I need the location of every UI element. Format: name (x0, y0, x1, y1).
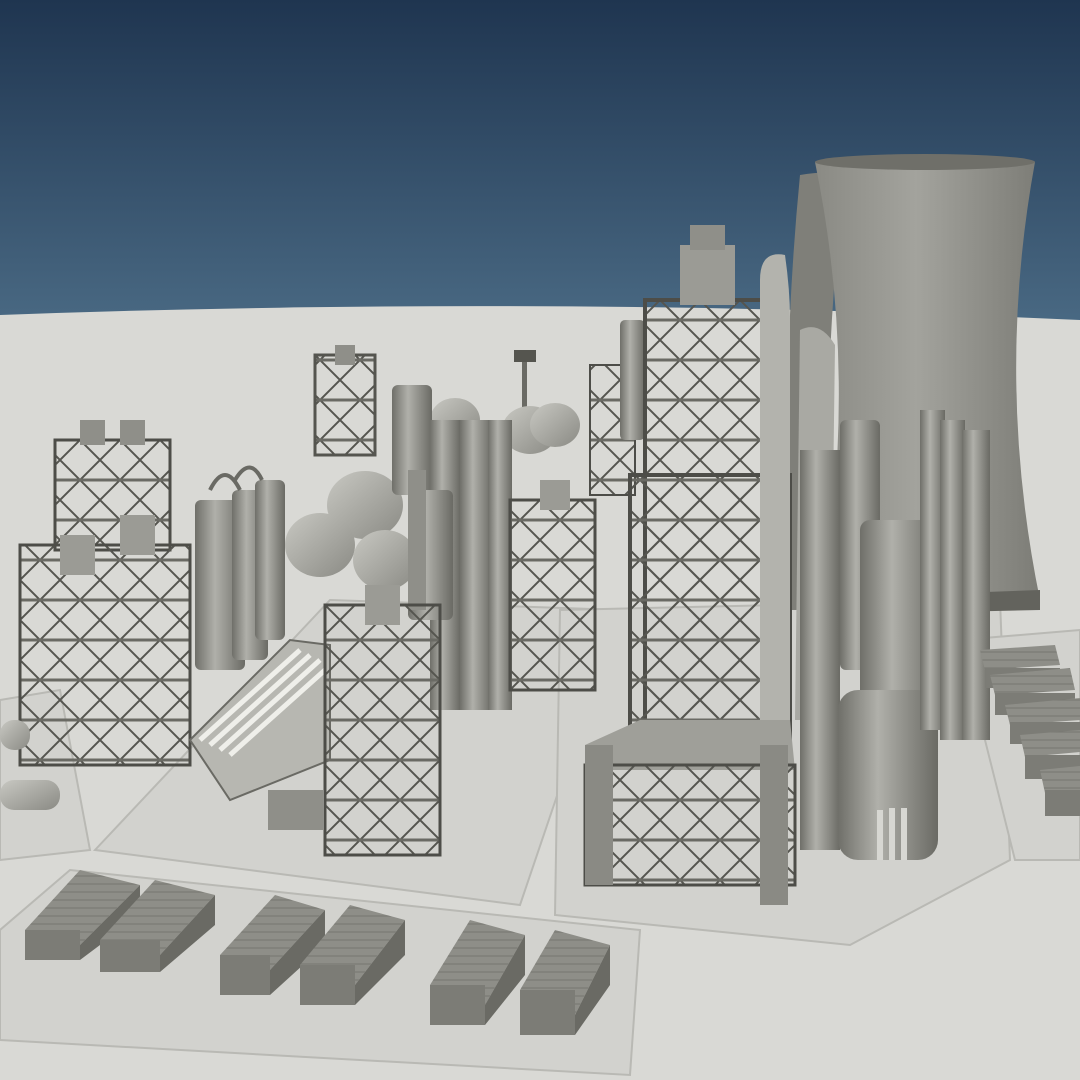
lattice-tower-center-right (508, 480, 597, 692)
lattice-tower-left (18, 515, 192, 767)
lattice-tower-back-left (313, 345, 377, 457)
lattice-tower-center (323, 585, 442, 857)
industrial-plant-render (0, 0, 1080, 1080)
plant-scene-svg (0, 0, 1080, 1080)
